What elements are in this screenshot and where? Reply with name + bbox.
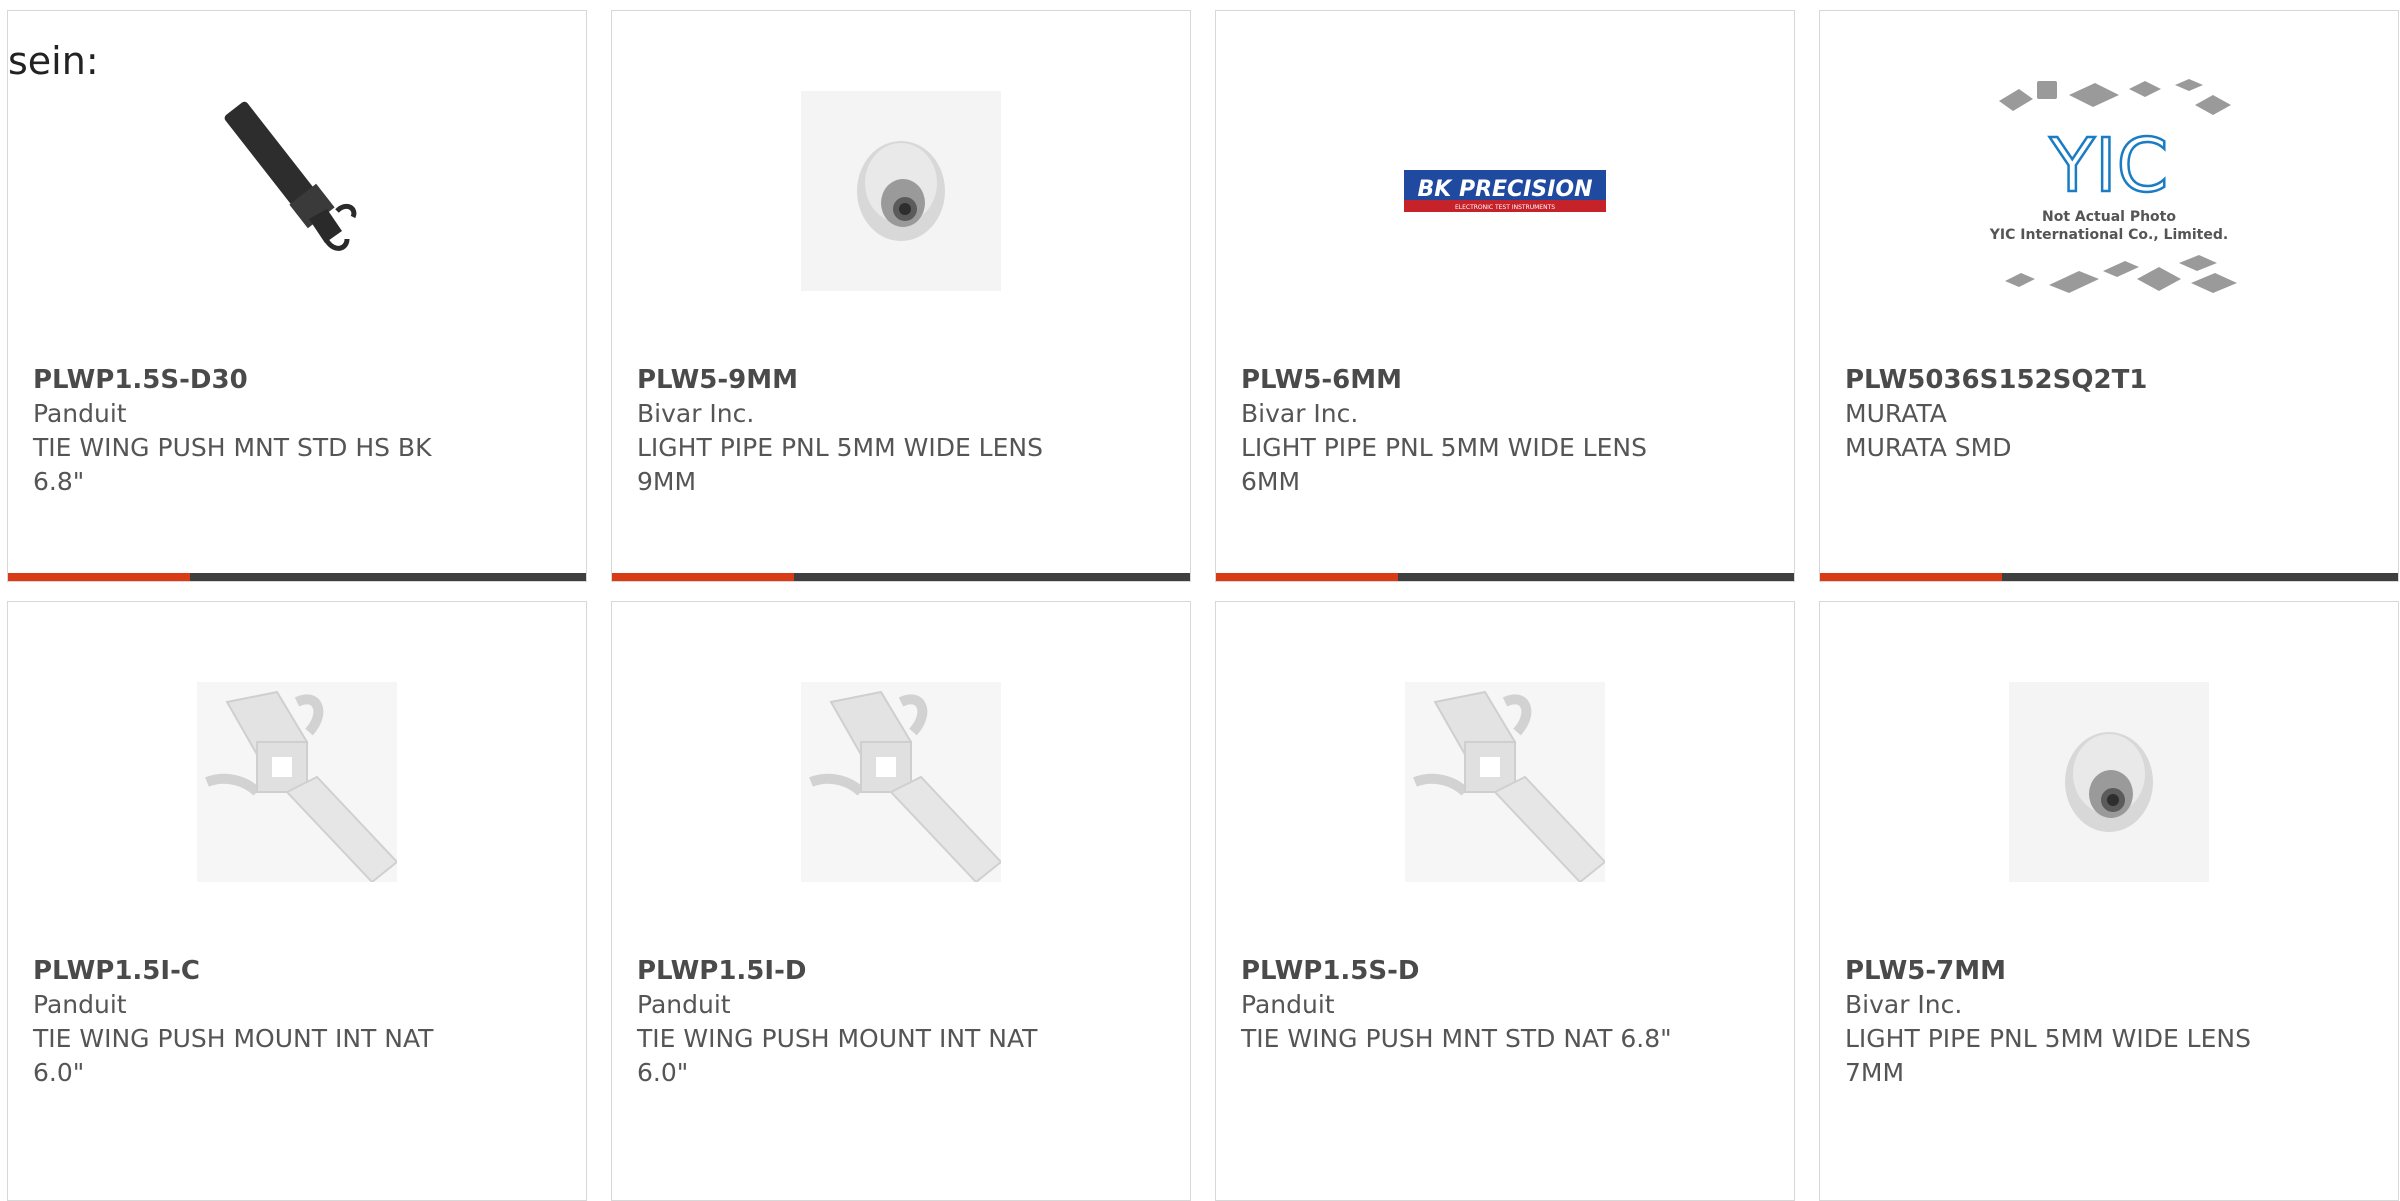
card-accent-bar <box>612 573 1190 581</box>
manufacturer: MURATA <box>1845 399 1947 428</box>
product-card[interactable]: PLWP1.5S-D Panduit TIE WING PUSH MNT STD… <box>1215 601 1795 1201</box>
description: TIE WING PUSH MNT STD NAT 6.8" <box>1241 1024 1672 1053</box>
svg-text:YIC: YIC <box>2049 123 2169 209</box>
product-image[interactable] <box>1216 672 1794 892</box>
description: LIGHT PIPE PNL 5MM WIDE LENS 9MM <box>637 433 1043 496</box>
product-image[interactable] <box>1820 672 2398 892</box>
svg-text:BK PRECISION: BK PRECISION <box>1417 177 1592 202</box>
part-number[interactable]: PLW5-9MM <box>637 363 1165 397</box>
page-text-fragment: sein: <box>8 39 99 83</box>
part-number[interactable]: PLW5036S152SQ2T1 <box>1845 363 2373 397</box>
manufacturer: Bivar Inc. <box>1241 399 1359 428</box>
product-card[interactable]: PLWP1.5I-D Panduit TIE WING PUSH MOUNT I… <box>611 601 1191 1201</box>
svg-text:YIC International Co., Limited: YIC International Co., Limited. <box>1989 227 2228 243</box>
product-card[interactable]: BK PRECISION ELECTRONIC TEST INSTRUMENTS… <box>1215 10 1795 582</box>
product-card[interactable]: PLWP1.5I-C Panduit TIE WING PUSH MOUNT I… <box>7 601 587 1201</box>
description: TIE WING PUSH MOUNT INT NAT 6.0" <box>33 1024 434 1087</box>
description: TIE WING PUSH MNT STD HS BK 6.8" <box>33 433 432 496</box>
part-number[interactable]: PLWP1.5I-D <box>637 954 1165 988</box>
product-card[interactable]: YIC Not Actual Photo YIC International C… <box>1819 10 2399 582</box>
light-pipe-icon <box>2065 732 2153 832</box>
card-accent-bar <box>8 573 586 581</box>
product-card[interactable]: PLWP1.5S-D30 Panduit TIE WING PUSH MNT S… <box>7 10 587 582</box>
light-pipe-icon <box>857 141 945 241</box>
description: MURATA SMD <box>1845 433 2012 462</box>
part-number[interactable]: PLWP1.5S-D <box>1241 954 1769 988</box>
bk-precision-logo: BK PRECISION ELECTRONIC TEST INSTRUMENTS <box>1404 170 1606 212</box>
white-cable-tie-wing-icon <box>809 690 1001 882</box>
manufacturer: Bivar Inc. <box>1845 990 1963 1019</box>
svg-text:Not Actual Photo: Not Actual Photo <box>2042 209 2176 225</box>
part-number[interactable]: PLWP1.5S-D30 <box>33 363 561 397</box>
white-cable-tie-wing-icon <box>1413 690 1605 882</box>
product-image[interactable] <box>8 81 586 301</box>
product-image[interactable]: BK PRECISION ELECTRONIC TEST INSTRUMENTS <box>1216 81 1794 301</box>
part-number[interactable]: PLW5-7MM <box>1845 954 2373 988</box>
manufacturer: Panduit <box>33 399 127 428</box>
yic-not-actual-photo-logo: YIC Not Actual Photo YIC International C… <box>1989 79 2237 293</box>
manufacturer: Bivar Inc. <box>637 399 755 428</box>
description: TIE WING PUSH MOUNT INT NAT 6.0" <box>637 1024 1038 1087</box>
description: LIGHT PIPE PNL 5MM WIDE LENS 6MM <box>1241 433 1647 496</box>
product-card[interactable]: PLW5-9MM Bivar Inc. LIGHT PIPE PNL 5MM W… <box>611 10 1191 582</box>
manufacturer: Panduit <box>1241 990 1335 1019</box>
part-number[interactable]: PLW5-6MM <box>1241 363 1769 397</box>
product-image[interactable] <box>8 672 586 892</box>
manufacturer: Panduit <box>637 990 731 1019</box>
part-number[interactable]: PLWP1.5I-C <box>33 954 561 988</box>
product-card[interactable]: PLW5-7MM Bivar Inc. LIGHT PIPE PNL 5MM W… <box>1819 601 2399 1201</box>
svg-text:ELECTRONIC TEST INSTRUMENTS: ELECTRONIC TEST INSTRUMENTS <box>1455 204 1555 211</box>
product-grid: PLWP1.5S-D30 Panduit TIE WING PUSH MNT S… <box>0 0 2400 1201</box>
manufacturer: Panduit <box>33 990 127 1019</box>
product-image[interactable]: YIC Not Actual Photo YIC International C… <box>1820 79 2398 301</box>
description: LIGHT PIPE PNL 5MM WIDE LENS 7MM <box>1845 1024 2251 1087</box>
white-cable-tie-wing-icon <box>205 690 397 882</box>
black-cable-tie-wing-icon <box>224 101 357 251</box>
product-image[interactable] <box>612 672 1190 892</box>
card-accent-bar <box>1216 573 1794 581</box>
product-image[interactable] <box>612 81 1190 301</box>
card-accent-bar <box>1820 573 2398 581</box>
